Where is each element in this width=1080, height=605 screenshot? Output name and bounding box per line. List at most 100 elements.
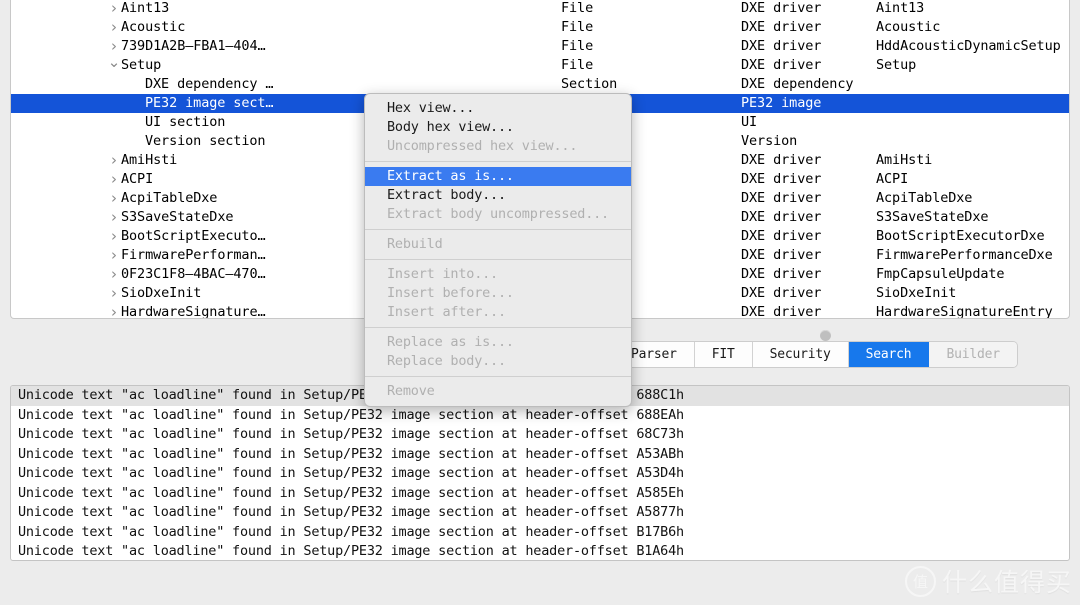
- tree-row-name-label: S3SaveStateDxe: [121, 209, 233, 225]
- tree-row-type-cell: DXE driver: [741, 18, 881, 37]
- tree-indent-spacer: [131, 113, 145, 132]
- chevron-right-icon[interactable]: ›: [107, 208, 121, 227]
- log-line[interactable]: Unicode text "ac loadline" found in Setu…: [11, 425, 1069, 445]
- log-line[interactable]: Unicode text "ac loadline" found in Setu…: [11, 484, 1069, 504]
- tree-row[interactable]: ⌄SetupFileDXE driverSetup: [11, 56, 1069, 75]
- tree-row-name-label: ACPI: [121, 171, 153, 187]
- tree-row[interactable]: ›AcousticFileDXE driverAcoustic: [11, 18, 1069, 37]
- tree-row-text-cell: FirmwarePerformanceDxe: [876, 246, 1070, 265]
- tree-row-type-cell: PE32 image: [741, 94, 881, 113]
- tree-row-name-cell: ›Aint13: [11, 0, 647, 18]
- tree-row-name-cell: ›739D1A2B–FBA1–404…: [11, 37, 647, 56]
- tree-row-text-cell: HardwareSignatureEntry: [876, 303, 1070, 319]
- tree-row-type-cell: DXE dependency: [741, 75, 881, 94]
- tree-row-text-cell: Setup: [876, 56, 1070, 75]
- chevron-right-icon[interactable]: ›: [107, 37, 121, 56]
- tree-row-action-cell: File: [561, 56, 751, 75]
- tree-row-name-label: BootScriptExecuto…: [121, 228, 266, 244]
- menu-item-extract-body[interactable]: Extract body...: [365, 186, 631, 205]
- watermark-text: 什么值得买: [942, 563, 1072, 599]
- menu-item-body-hex-view[interactable]: Body hex view...: [365, 118, 631, 137]
- uefitool-window: ›Aint13FileDXE driverAint13›AcousticFile…: [0, 0, 1080, 605]
- tree-row-name-label: Version section: [145, 133, 265, 149]
- chevron-right-icon[interactable]: ›: [107, 284, 121, 303]
- menu-item-rebuild: Rebuild: [365, 235, 631, 254]
- chevron-right-icon[interactable]: ›: [107, 227, 121, 246]
- panel-splitter-handle[interactable]: [820, 330, 831, 341]
- tree-row-type-cell: UI: [741, 113, 881, 132]
- tree-row-type-cell: DXE driver: [741, 0, 881, 18]
- tree-row-name-label: AcpiTableDxe: [121, 190, 217, 206]
- tree-row-type-cell: DXE driver: [741, 37, 881, 56]
- tree-row-name-label: Aint13: [121, 0, 169, 16]
- tree-row-text-cell: Acoustic: [876, 18, 1070, 37]
- menu-item-uncompressed-hex-view: Uncompressed hex view...: [365, 137, 631, 156]
- tree-row-text-cell: AcpiTableDxe: [876, 189, 1070, 208]
- chevron-right-icon[interactable]: ›: [107, 0, 121, 18]
- log-line[interactable]: Unicode text "ac loadline" found in Setu…: [11, 523, 1069, 543]
- tree-indent-spacer: [131, 75, 145, 94]
- tree-row-type-cell: DXE driver: [741, 284, 881, 303]
- menu-item-replace-body: Replace body...: [365, 352, 631, 371]
- tree-row-name-label: 0F23C1F8–4BAC–470…: [121, 266, 266, 282]
- chevron-right-icon[interactable]: ›: [107, 18, 121, 37]
- tree-row-name-label: UI section: [145, 114, 225, 130]
- log-line[interactable]: Unicode text "ac loadline" found in Setu…: [11, 464, 1069, 484]
- log-line[interactable]: Unicode text "ac loadline" found in Setu…: [11, 503, 1069, 523]
- tree-context-menu[interactable]: Hex view...Body hex view...Uncompressed …: [364, 93, 632, 407]
- tree-row-name-label: AmiHsti: [121, 152, 177, 168]
- tree-row-text-cell: AmiHsti: [876, 151, 1070, 170]
- tree-row-type-cell: DXE driver: [741, 303, 881, 319]
- chevron-right-icon[interactable]: ›: [107, 303, 121, 319]
- tree-row[interactable]: DXE dependency …SectionDXE dependency: [11, 75, 1069, 94]
- bottom-tab-bar[interactable]: ParserFITSecuritySearchBuilder: [614, 342, 1017, 367]
- tree-row-name-label: PE32 image sect…: [145, 95, 273, 111]
- tree-indent-spacer: [131, 132, 145, 151]
- menu-separator: [365, 161, 631, 162]
- tree-row-name-label: DXE dependency …: [145, 76, 273, 92]
- chevron-right-icon[interactable]: ›: [107, 265, 121, 284]
- tree-row-type-cell: DXE driver: [741, 208, 881, 227]
- chevron-down-icon[interactable]: ⌄: [107, 56, 121, 69]
- tab-fit[interactable]: FIT: [695, 342, 753, 367]
- tree-row-type-cell: DXE driver: [741, 56, 881, 75]
- tree-row[interactable]: ›Aint13FileDXE driverAint13: [11, 0, 1069, 18]
- tree-row-text-cell: HddAcousticDynamicSetup: [876, 37, 1070, 56]
- menu-separator: [365, 259, 631, 260]
- menu-separator: [365, 327, 631, 328]
- menu-item-hex-view[interactable]: Hex view...: [365, 99, 631, 118]
- chevron-right-icon[interactable]: ›: [107, 246, 121, 265]
- menu-item-insert-into: Insert into...: [365, 265, 631, 284]
- watermark: 值 什么值得买: [905, 563, 1072, 599]
- tree-row-name-label: FirmwarePerforman…: [121, 247, 266, 263]
- log-line-list: Unicode text "ac loadline" found in Setu…: [11, 386, 1069, 561]
- tree-row[interactable]: ›739D1A2B–FBA1–404…FileDXE driverHddAcou…: [11, 37, 1069, 56]
- chevron-right-icon[interactable]: ›: [107, 151, 121, 170]
- log-line[interactable]: Unicode text "ac loadline" found in Setu…: [11, 445, 1069, 465]
- search-results-log[interactable]: Unicode text "ac loadline" found in Setu…: [10, 385, 1070, 561]
- tree-row-name-label: Acoustic: [121, 19, 185, 35]
- tree-row-type-cell: DXE driver: [741, 151, 881, 170]
- log-line[interactable]: Unicode text "ac loadline" found in Setu…: [11, 406, 1069, 426]
- tree-row-text-cell: Aint13: [876, 0, 1070, 18]
- tab-security[interactable]: Security: [753, 342, 849, 367]
- tree-indent-spacer: [131, 94, 145, 113]
- menu-item-insert-before: Insert before...: [365, 284, 631, 303]
- tree-row-action-cell: File: [561, 0, 751, 18]
- tree-row-type-cell: Version: [741, 132, 881, 151]
- tree-row-name-label: HardwareSignature…: [121, 304, 266, 319]
- tree-row-type-cell: DXE driver: [741, 246, 881, 265]
- tree-row-name-label: 739D1A2B–FBA1–404…: [121, 38, 266, 54]
- tree-row-type-cell: DXE driver: [741, 227, 881, 246]
- tab-search[interactable]: Search: [849, 342, 930, 367]
- menu-item-insert-after: Insert after...: [365, 303, 631, 322]
- menu-item-remove: Remove: [365, 382, 631, 401]
- menu-separator: [365, 229, 631, 230]
- chevron-right-icon[interactable]: ›: [107, 170, 121, 189]
- menu-item-extract-as-is[interactable]: Extract as is...: [365, 167, 631, 186]
- log-line[interactable]: Unicode text "ac loadline" found in Setu…: [11, 542, 1069, 561]
- chevron-right-icon[interactable]: ›: [107, 189, 121, 208]
- menu-item-replace-as-is: Replace as is...: [365, 333, 631, 352]
- menu-item-extract-body-uncompressed: Extract body uncompressed...: [365, 205, 631, 224]
- tree-row-text-cell: SioDxeInit: [876, 284, 1070, 303]
